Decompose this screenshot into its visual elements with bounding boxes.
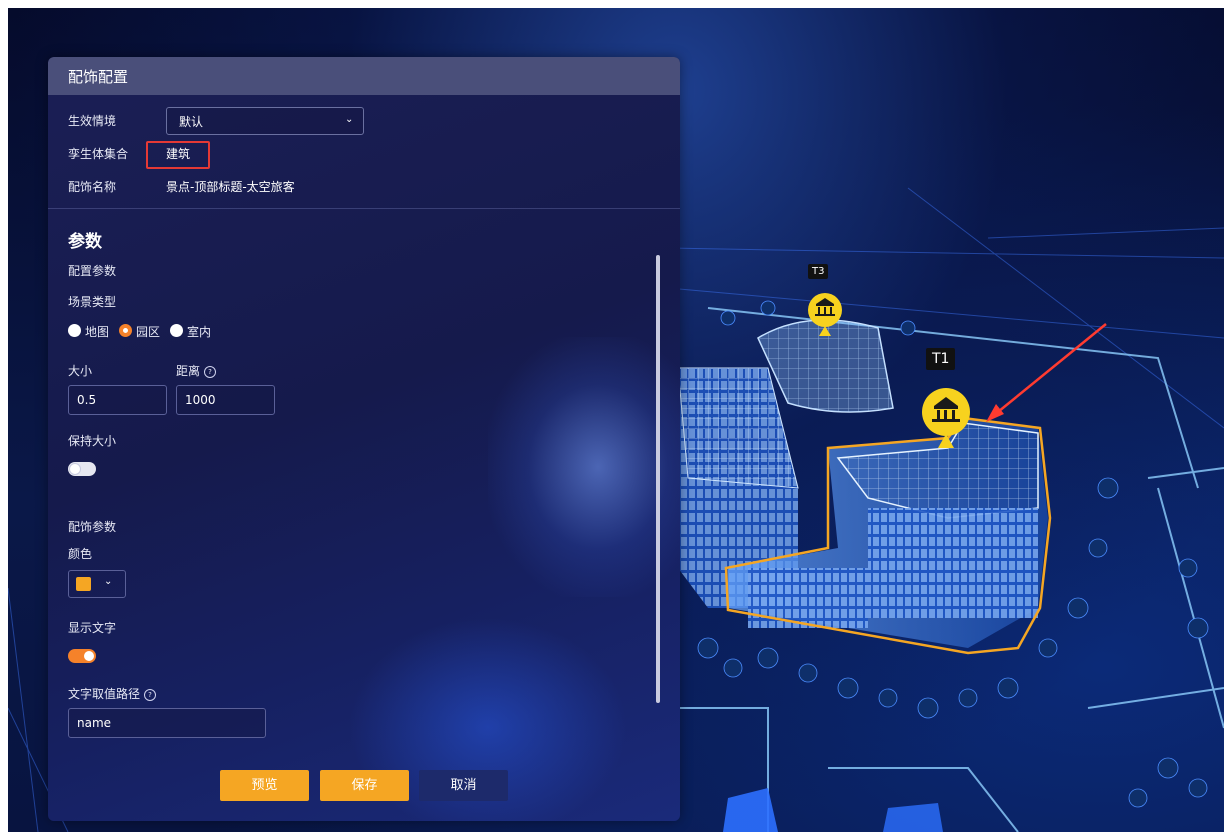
keep-size-toggle[interactable] (68, 462, 96, 476)
help-icon[interactable]: ? (204, 366, 217, 378)
accessory-name-value: 景点-顶部标题-太空旅客 (166, 180, 295, 194)
radio-indoor[interactable] (170, 324, 183, 337)
distance-input-value: 1000 (185, 393, 216, 407)
radio-park-label[interactable]: 园区 (136, 323, 160, 340)
tag-t3: T3 (808, 264, 829, 279)
size-input-value: 0.5 (77, 393, 97, 407)
size-input[interactable]: 0.5 (68, 385, 167, 415)
text-path-label-wrap: 文字取值路径? (68, 685, 157, 702)
color-picker[interactable]: ⌄ (68, 570, 126, 598)
scene-type-label: 场景类型 (68, 295, 117, 309)
text-path-label: 文字取值路径 (68, 687, 141, 701)
chevron-down-icon: ⌄ (104, 576, 113, 587)
keep-size-label: 保持大小 (68, 434, 117, 448)
help-icon[interactable]: ? (144, 689, 157, 701)
config-params-label: 配置参数 (68, 264, 117, 278)
size-label: 大小 (68, 364, 93, 378)
effect-select-value: 默认 (179, 115, 204, 129)
radio-map[interactable] (68, 324, 81, 337)
twin-set-value: 建筑 (166, 147, 191, 161)
chevron-down-icon: ⌄ (345, 114, 354, 125)
color-label: 颜色 (68, 547, 93, 561)
accessory-name-label: 配饰名称 (68, 180, 117, 194)
radio-indoor-label[interactable]: 室内 (187, 323, 211, 340)
panel-header: 配饰配置 (48, 57, 680, 95)
text-path-input-value: name (77, 716, 112, 730)
accessory-config-panel: 配饰配置 生效情境 默认 ⌄ 孪生体集合 建筑 配饰名称 景点-顶部标题-太空旅… (48, 57, 680, 821)
show-text-label: 显示文字 (68, 621, 117, 635)
divider (48, 208, 680, 209)
color-swatch (76, 577, 91, 591)
text-path-input[interactable]: name (68, 708, 266, 738)
effect-label: 生效情境 (68, 114, 117, 128)
scrollbar[interactable] (656, 255, 660, 703)
panel-glow (488, 337, 680, 597)
distance-input[interactable]: 1000 (176, 385, 275, 415)
cancel-button[interactable]: 取消 (419, 770, 508, 801)
toggle-knob (84, 651, 94, 661)
panel-title: 配饰配置 (68, 68, 129, 86)
twin-set-label: 孪生体集合 (68, 147, 129, 161)
scene-background: T3 T1 配饰配置 生效情境 默认 ⌄ 孪生体集合 建筑 配饰名称 景点-顶部… (8, 8, 1224, 832)
radio-park[interactable] (119, 324, 132, 337)
distance-label-wrap: 距离? (176, 362, 217, 379)
params-section-title: 参数 (68, 232, 102, 252)
radio-map-label[interactable]: 地图 (85, 323, 109, 340)
tag-t1: T1 (926, 348, 956, 370)
distance-label: 距离 (176, 364, 201, 378)
toggle-knob (70, 464, 80, 474)
save-button[interactable]: 保存 (320, 770, 409, 801)
effect-select[interactable]: 默认 ⌄ (166, 107, 364, 135)
accessory-params-label: 配饰参数 (68, 520, 117, 534)
preview-button[interactable]: 预览 (220, 770, 309, 801)
show-text-toggle[interactable] (68, 649, 96, 663)
